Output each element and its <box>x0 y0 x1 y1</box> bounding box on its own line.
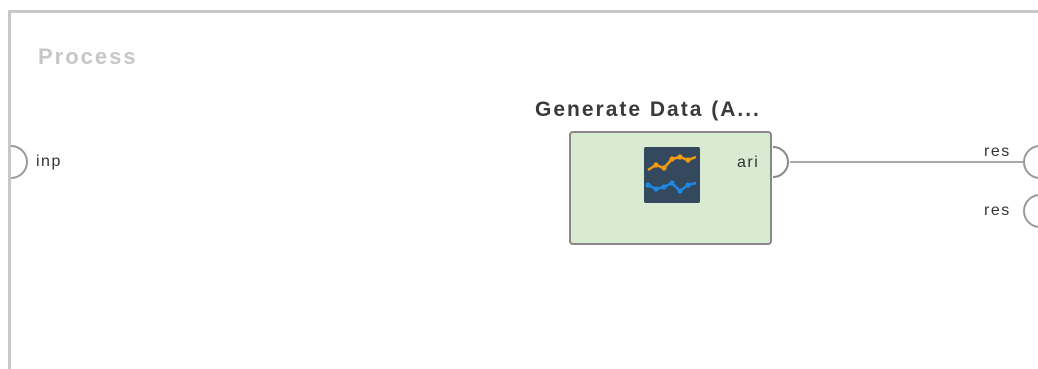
process-canvas[interactable]: Process inp Generate Data (A... ari res … <box>0 0 1038 369</box>
input-port-label: inp <box>36 153 62 170</box>
operator-title[interactable]: Generate Data (A... <box>535 98 761 122</box>
process-frame <box>8 10 1038 369</box>
process-title: Process <box>38 44 138 69</box>
generate-data-operator[interactable]: ari <box>569 131 772 245</box>
result-port-label-2: res <box>984 202 1011 219</box>
result-port-label-1: res <box>984 143 1011 160</box>
operator-output-port-label: ari <box>737 154 760 171</box>
line-chart-icon <box>644 147 700 203</box>
